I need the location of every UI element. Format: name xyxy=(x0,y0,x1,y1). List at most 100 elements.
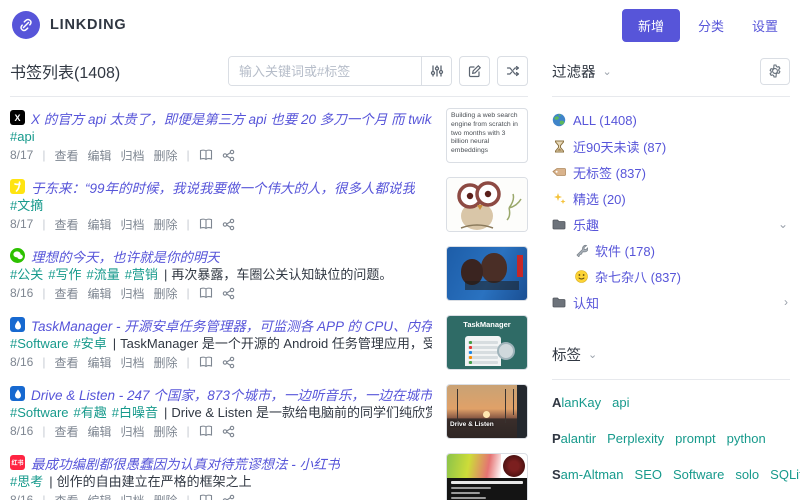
reader-mode-icon[interactable] xyxy=(199,356,213,368)
tags-title-toggle[interactable]: 标签 ⌄ xyxy=(552,344,597,365)
share-icon[interactable] xyxy=(222,356,235,369)
filter-link[interactable]: 精选 (20) xyxy=(552,189,626,208)
bookmark-thumbnail[interactable]: Drive & Listen xyxy=(446,384,528,439)
archive-action[interactable]: 归档 xyxy=(121,492,145,500)
delete-action[interactable]: 删除 xyxy=(154,285,178,302)
chevron-right-icon[interactable]: › xyxy=(784,295,788,309)
tag-link[interactable]: AlanKay xyxy=(552,395,601,410)
tag-link[interactable]: solo xyxy=(735,467,759,482)
bookmark-thumbnail[interactable]: Building a web search engine from scratc… xyxy=(446,108,528,163)
tag-link[interactable]: prompt xyxy=(675,431,715,446)
filter-item-featured[interactable]: 精选 (20) xyxy=(552,185,790,211)
filter-link[interactable]: 乐趣 xyxy=(552,215,599,234)
filter-link[interactable]: ALL (1408) xyxy=(552,113,637,128)
filter-item-unread-90d[interactable]: 近90天未读 (87) xyxy=(552,133,790,159)
view-action[interactable]: 查看 xyxy=(54,423,78,440)
tag-link[interactable]: api xyxy=(612,395,629,410)
filter-link[interactable]: 近90天未读 (87) xyxy=(552,137,666,156)
bookmark-thumbnail[interactable]: TaskManager xyxy=(446,315,528,370)
edit-action[interactable]: 编辑 xyxy=(88,423,112,440)
filter-settings-button[interactable] xyxy=(760,57,790,85)
filter-item-all[interactable]: ALL (1408) xyxy=(552,107,790,133)
reader-mode-icon[interactable] xyxy=(199,425,213,437)
archive-action[interactable]: 归档 xyxy=(121,285,145,302)
bookmark-tag[interactable]: #白噪音 xyxy=(112,405,158,420)
edit-action[interactable]: 编辑 xyxy=(88,285,112,302)
filter-link[interactable]: 认知 xyxy=(552,293,599,312)
tag-link[interactable]: SQLite xyxy=(770,467,800,482)
share-icon[interactable] xyxy=(222,287,235,300)
chevron-down-icon[interactable]: ⌄ xyxy=(778,217,788,231)
bookmark-title-link[interactable]: 理想的今天，也许就是你的明天 xyxy=(31,246,220,265)
share-icon[interactable] xyxy=(222,149,235,162)
filter-item-software[interactable]: 软件 (178) xyxy=(552,237,790,263)
view-action[interactable]: 查看 xyxy=(54,492,78,500)
delete-action[interactable]: 删除 xyxy=(154,354,178,371)
share-icon[interactable] xyxy=(222,425,235,438)
edit-action[interactable]: 编辑 xyxy=(88,216,112,233)
tag-link[interactable]: python xyxy=(727,431,766,446)
bookmark-tag[interactable]: #有趣 xyxy=(74,405,107,420)
bookmark-tag[interactable]: #安卓 xyxy=(74,336,107,351)
bookmark-tag[interactable]: #思考 xyxy=(10,474,43,489)
view-action[interactable]: 查看 xyxy=(54,147,78,164)
filter-folder-cognition[interactable]: 认知 › xyxy=(552,289,790,315)
view-action[interactable]: 查看 xyxy=(54,216,78,233)
bookmark-title-link[interactable]: X 的官方 api 太贵了，即便是第三方 api 也要 20 多刀一个月 而 t… xyxy=(31,108,432,127)
bookmark-tag[interactable]: #文摘 xyxy=(10,198,43,213)
bookmark-tag[interactable]: #Software xyxy=(10,405,69,420)
filter-item-untagged[interactable]: 无标签 (837) xyxy=(552,159,790,185)
bookmark-thumbnail[interactable] xyxy=(446,246,528,301)
filter-link[interactable]: 无标签 (837) xyxy=(552,163,646,182)
add-bookmark-button[interactable]: 新增 xyxy=(621,8,680,42)
bookmark-thumbnail[interactable] xyxy=(446,177,528,232)
archive-action[interactable]: 归档 xyxy=(121,216,145,233)
reader-mode-icon[interactable] xyxy=(199,287,213,299)
delete-action[interactable]: 删除 xyxy=(154,492,178,500)
tag-link[interactable]: Palantir xyxy=(552,431,596,446)
tag-link[interactable]: Software xyxy=(673,467,724,482)
filter-link[interactable]: 软件 (178) xyxy=(574,241,655,260)
reader-mode-icon[interactable] xyxy=(199,218,213,230)
archive-action[interactable]: 归档 xyxy=(121,354,145,371)
tag-link[interactable]: SEO xyxy=(635,467,662,482)
settings-link[interactable]: 设置 xyxy=(742,10,788,41)
reader-mode-icon[interactable] xyxy=(199,149,213,161)
delete-action[interactable]: 删除 xyxy=(154,147,178,164)
filters-title-toggle[interactable]: 过滤器 ⌄ xyxy=(552,61,612,82)
filter-folder-fun[interactable]: 乐趣 ⌄ xyxy=(552,211,790,237)
edit-action[interactable]: 编辑 xyxy=(88,147,112,164)
categories-link[interactable]: 分类 xyxy=(688,10,734,41)
bookmark-tag[interactable]: #api xyxy=(10,129,35,144)
search-input[interactable] xyxy=(229,57,421,85)
bookmark-title-link[interactable]: TaskManager - 开源安卓任务管理器，可监测各 APP 的 CPU、内… xyxy=(31,315,432,334)
tag-link[interactable]: Sam-Altman xyxy=(552,467,624,482)
bookmark-title-link[interactable]: 于东来：“99年的时候，我说我要做一个伟大的人，很多人都说我 xyxy=(31,177,415,196)
filter-item-misc[interactable]: 杂七杂八 (837) xyxy=(552,263,790,289)
filter-link[interactable]: 杂七杂八 (837) xyxy=(574,267,681,286)
view-action[interactable]: 查看 xyxy=(54,354,78,371)
archive-action[interactable]: 归档 xyxy=(121,423,145,440)
delete-action[interactable]: 删除 xyxy=(154,423,178,440)
bookmark-thumbnail[interactable] xyxy=(446,453,528,500)
edit-action[interactable]: 编辑 xyxy=(88,354,112,371)
bookmark-tag[interactable]: #流量 xyxy=(86,267,119,282)
search-options-button[interactable] xyxy=(421,57,451,85)
tag-link[interactable]: Perplexity xyxy=(607,431,664,446)
share-icon[interactable] xyxy=(222,494,235,500)
archive-action[interactable]: 归档 xyxy=(121,147,145,164)
bookmark-tag[interactable]: #公关 xyxy=(10,267,43,282)
bookmark-tag[interactable]: #Software xyxy=(10,336,69,351)
random-sort-button[interactable] xyxy=(497,56,528,86)
bookmark-tag[interactable]: #写作 xyxy=(48,267,81,282)
reader-mode-icon[interactable] xyxy=(199,494,213,500)
bulk-edit-button[interactable] xyxy=(459,56,490,86)
brand-home-link[interactable]: LINKDING xyxy=(12,11,126,39)
share-icon[interactable] xyxy=(222,218,235,231)
edit-action[interactable]: 编辑 xyxy=(88,492,112,500)
delete-action[interactable]: 删除 xyxy=(154,216,178,233)
view-action[interactable]: 查看 xyxy=(54,285,78,302)
bookmark-title-link[interactable]: 最成功编剧都很愚蠢因为认真对待荒谬想法 - 小红书 xyxy=(31,453,340,472)
bookmark-title-link[interactable]: Drive & Listen - 247 个国家，873个城市，一边听音乐，一边… xyxy=(31,384,432,403)
bookmark-tag[interactable]: #营销 xyxy=(125,267,158,282)
